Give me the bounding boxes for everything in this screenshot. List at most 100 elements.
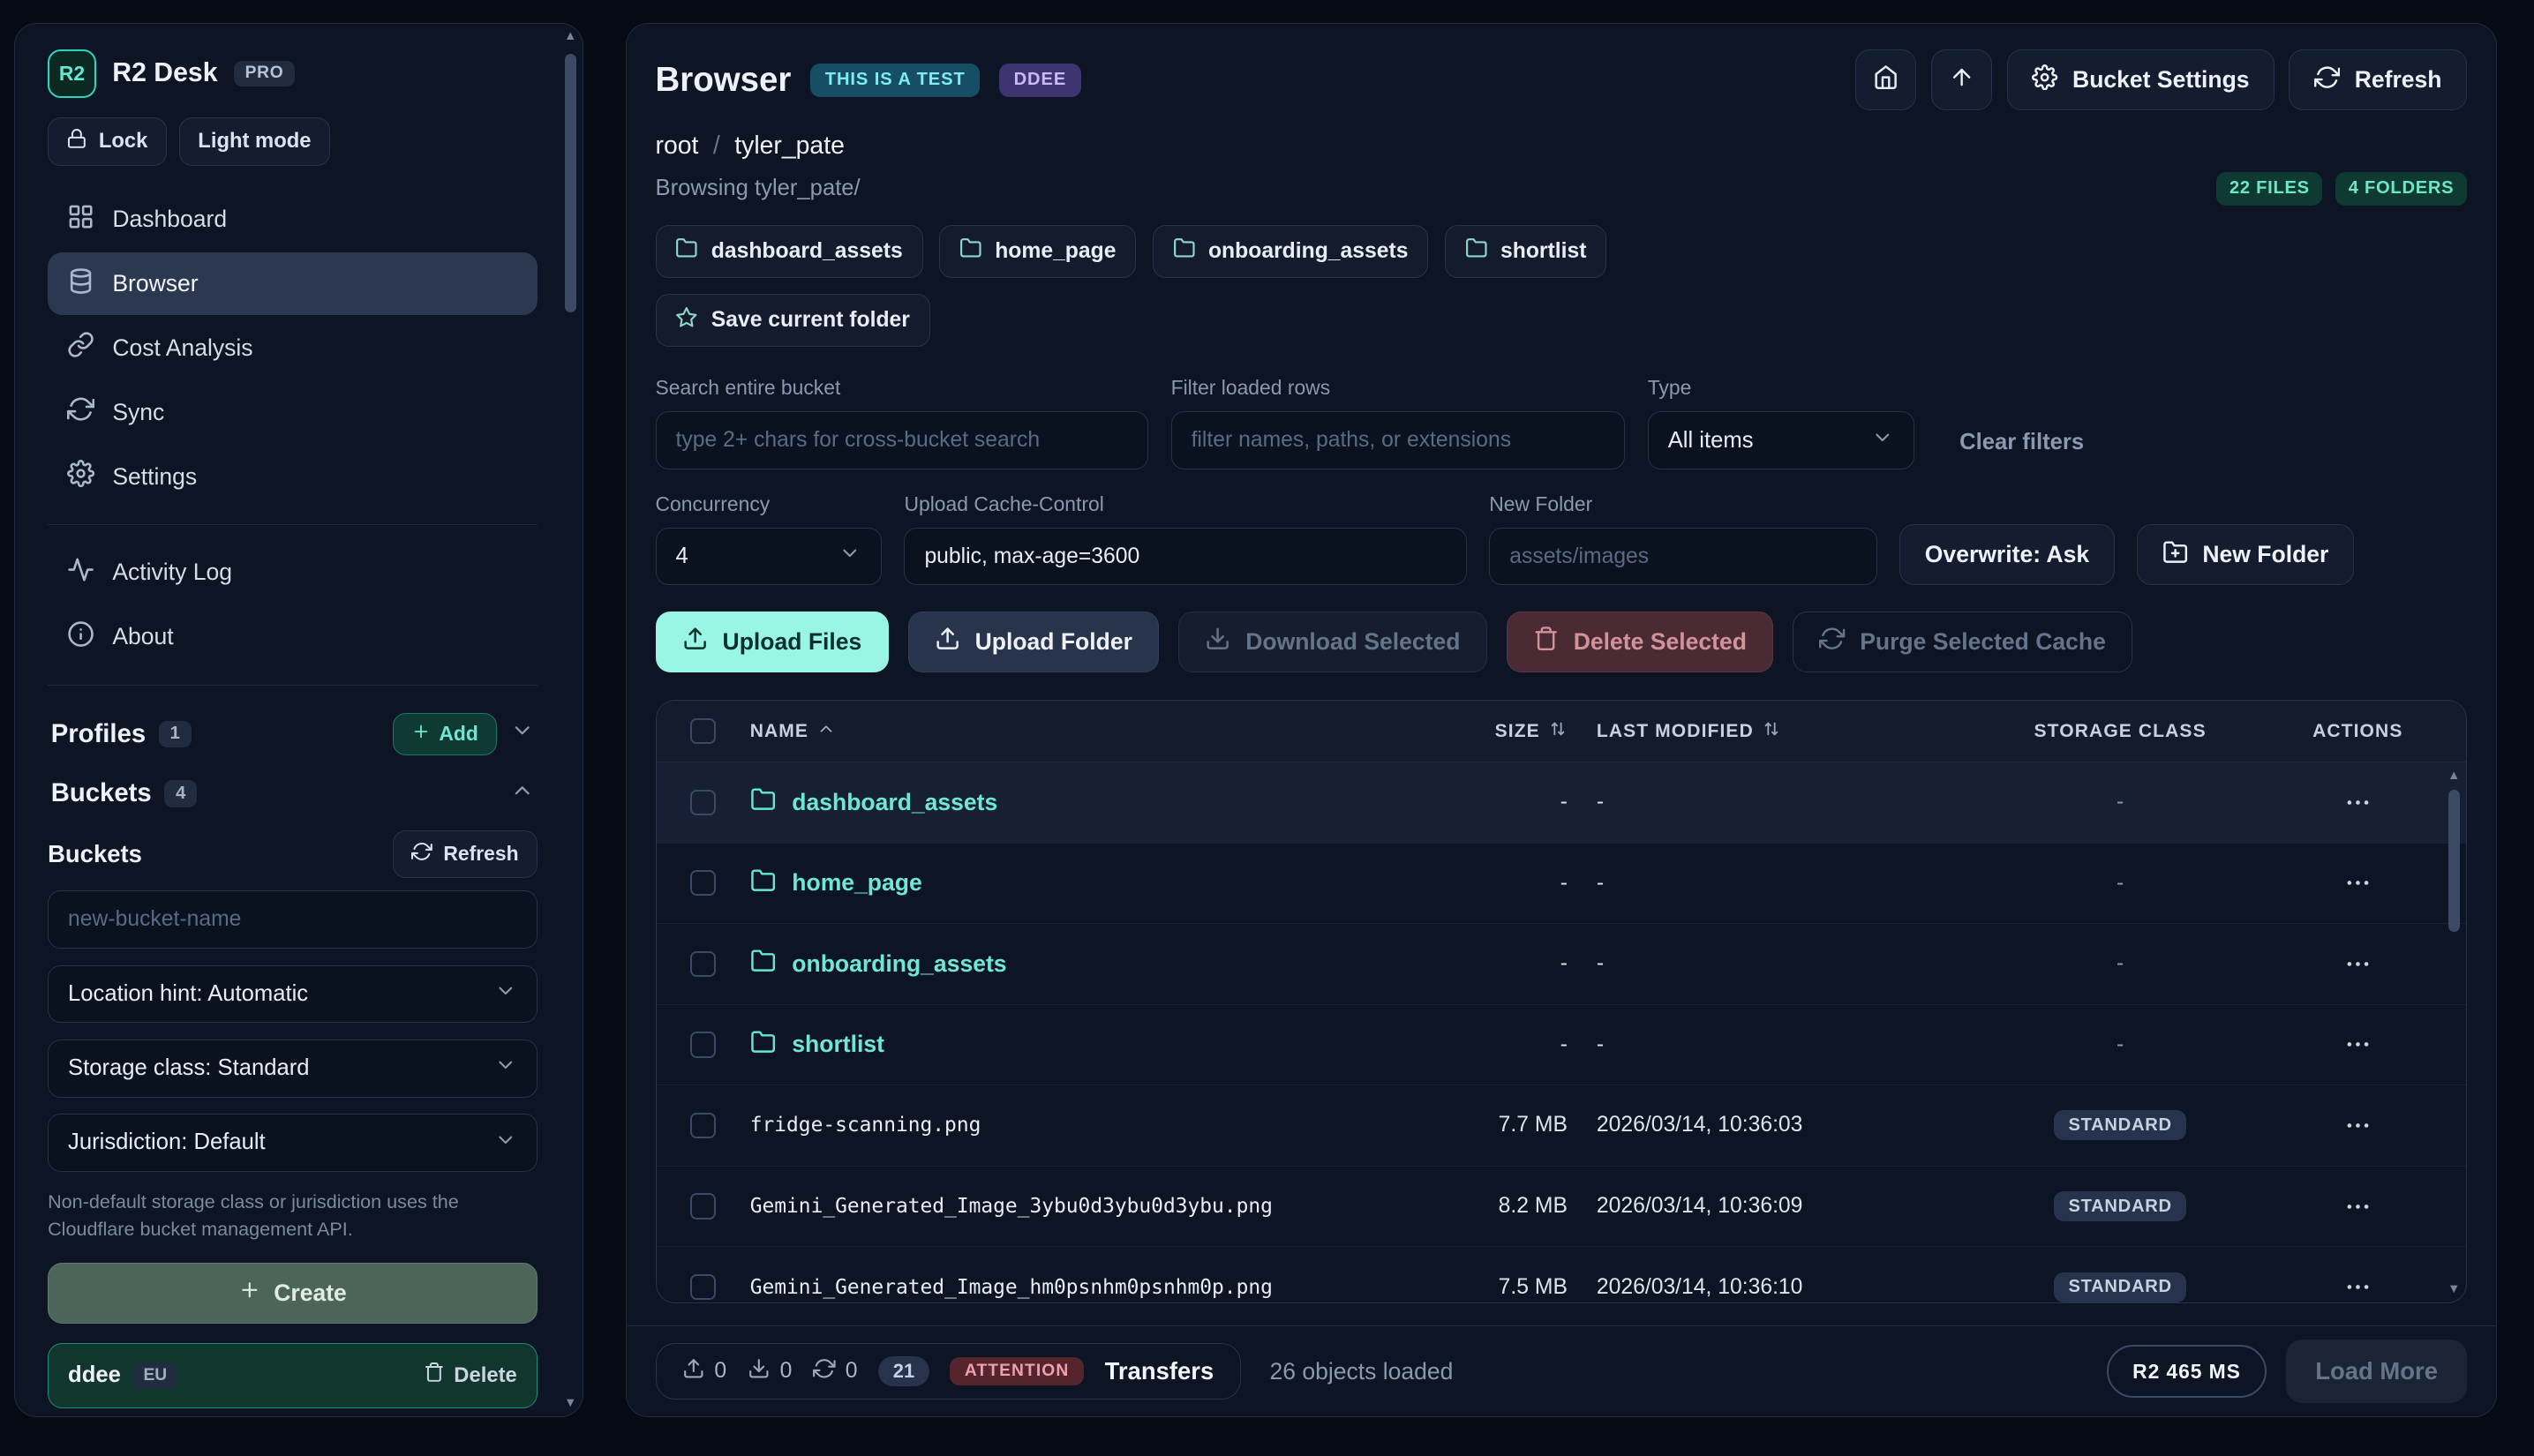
breadcrumb-current[interactable]: tyler_pate (734, 131, 845, 161)
chevron-down-icon (494, 979, 517, 1009)
row-name-link[interactable]: dashboard_assets (792, 789, 997, 816)
bucket-settings-button[interactable]: Bucket Settings (2007, 49, 2275, 111)
row-actions-menu[interactable] (2272, 1030, 2443, 1059)
bucket-item-ddee[interactable]: ddee EU Delete (48, 1343, 538, 1407)
table-row[interactable]: dashboard_assets - - - (657, 762, 2466, 844)
buckets-section-header[interactable]: Buckets 4 (48, 767, 538, 821)
table-row[interactable]: onboarding_assets - - - (657, 924, 2466, 1005)
row-name[interactable]: Gemini_Generated_Image_3ybu0d3ybu0d3ybu.… (750, 1195, 1273, 1218)
sidebar-item-dashboard[interactable]: Dashboard (48, 188, 538, 251)
row-checkbox[interactable] (690, 790, 716, 815)
up-level-button[interactable] (1931, 49, 1993, 111)
refresh-button[interactable]: Refresh (2289, 49, 2466, 111)
row-actions-menu[interactable] (2272, 868, 2443, 897)
download-selected-button[interactable]: Download Selected (1178, 612, 1487, 673)
add-profile-label: Add (439, 722, 477, 746)
breadcrumb-root[interactable]: root (656, 131, 699, 161)
sidebar-scrollbar[interactable]: ▲ ▼ (561, 28, 579, 1411)
light-mode-button[interactable]: Light mode (179, 117, 330, 166)
scroll-down-icon[interactable]: ▼ (564, 1395, 576, 1411)
table-row[interactable]: home_page - - - (657, 844, 2466, 925)
storage-class-select[interactable]: Storage class: Standard (48, 1039, 538, 1098)
jurisdiction-select[interactable]: Jurisdiction: Default (48, 1114, 538, 1172)
column-header-storage: STORAGE CLASS (1968, 721, 2272, 742)
sidebar-item-activity-log[interactable]: Activity Log (48, 541, 538, 604)
delete-selected-button[interactable]: Delete Selected (1507, 612, 1773, 673)
add-profile-button[interactable]: Add (393, 713, 497, 755)
create-bucket-button[interactable]: Create (48, 1263, 538, 1325)
main-panel: Browser THIS IS A TEST DDEE Bucket Setti… (626, 23, 2497, 1417)
scroll-up-icon[interactable]: ▲ (564, 28, 576, 44)
row-name-link[interactable]: onboarding_assets (792, 950, 1006, 978)
table-scrollbar[interactable]: ▲ ▼ (2445, 768, 2463, 1298)
nav-label: Activity Log (112, 559, 232, 586)
folder-chip-home-page[interactable]: home_page (939, 225, 1136, 278)
row-actions-menu[interactable] (2272, 1192, 2443, 1221)
row-actions-menu[interactable] (2272, 1111, 2443, 1140)
folder-chip-dashboard-assets[interactable]: dashboard_assets (656, 225, 923, 278)
row-size: 7.7 MB (1419, 1113, 1568, 1137)
row-name-link[interactable]: home_page (792, 869, 921, 897)
select-all-checkbox[interactable] (690, 718, 716, 744)
row-checkbox[interactable] (690, 1193, 716, 1219)
row-actions-menu[interactable] (2272, 788, 2443, 817)
table-row[interactable]: fridge-scanning.png 7.7 MB 2026/03/14, 1… (657, 1085, 2466, 1167)
filter-rows-input[interactable] (1171, 411, 1626, 469)
sidebar-item-cost-analysis[interactable]: Cost Analysis (48, 317, 538, 379)
folder-chip-shortlist[interactable]: shortlist (1445, 225, 1607, 278)
table-row[interactable]: Gemini_Generated_Image_hm0psnhm0psnhm0p.… (657, 1247, 2466, 1302)
star-icon (675, 306, 698, 335)
purge-cache-button[interactable]: Purge Selected Cache (1793, 612, 2132, 673)
overwrite-mode-button[interactable]: Overwrite: Ask (1899, 524, 2114, 586)
home-button[interactable] (1855, 49, 1917, 111)
upload-folder-button[interactable]: Upload Folder (908, 612, 1160, 673)
profiles-section-header[interactable]: Profiles 1 Add (48, 702, 538, 767)
column-header-size[interactable]: SIZE (1419, 719, 1568, 744)
location-hint-select[interactable]: Location hint: Automatic (48, 965, 538, 1024)
new-folder-button[interactable]: New Folder (2137, 524, 2354, 586)
chevron-up-icon[interactable] (510, 778, 534, 809)
upload-files-button[interactable]: Upload Files (656, 612, 889, 673)
delete-bucket-button[interactable]: Delete (424, 1362, 517, 1389)
save-current-folder-button[interactable]: Save current folder (656, 294, 930, 347)
row-name[interactable]: Gemini_Generated_Image_hm0psnhm0psnhm0p.… (750, 1276, 1273, 1299)
lock-button[interactable]: Lock (48, 117, 166, 166)
row-checkbox[interactable] (690, 1113, 716, 1138)
buckets-refresh-button[interactable]: Refresh (393, 830, 538, 878)
transfers-button[interactable]: 0 0 0 21 ATTENTION Transfers (656, 1343, 1241, 1400)
row-name[interactable]: fridge-scanning.png (750, 1114, 981, 1137)
folder-icon (750, 867, 776, 899)
table-row[interactable]: shortlist - - - (657, 1005, 2466, 1086)
scroll-up-icon[interactable]: ▲ (2448, 768, 2460, 784)
row-actions-menu[interactable] (2272, 1272, 2443, 1302)
cache-control-input[interactable] (904, 528, 1466, 586)
sidebar-item-sync[interactable]: Sync (48, 381, 538, 444)
row-checkbox[interactable] (690, 1032, 716, 1057)
clear-filters-button[interactable]: Clear filters (1936, 430, 2106, 469)
scrollbar-thumb[interactable] (565, 54, 576, 312)
row-checkbox[interactable] (690, 951, 716, 977)
column-header-name[interactable]: NAME (750, 719, 1419, 744)
sidebar-item-settings[interactable]: Settings (48, 446, 538, 508)
load-more-button[interactable]: Load More (2286, 1340, 2467, 1403)
sidebar-item-about[interactable]: About (48, 605, 538, 668)
new-bucket-name-input[interactable] (48, 890, 538, 949)
row-actions-menu[interactable] (2272, 949, 2443, 979)
concurrency-select[interactable]: 4 (656, 528, 882, 586)
search-bucket-input[interactable] (656, 411, 1148, 469)
scrollbar-thumb[interactable] (2448, 790, 2460, 932)
column-header-modified[interactable]: LAST MODIFIED (1568, 719, 1968, 744)
pro-badge: PRO (234, 61, 295, 86)
activity-icon (67, 556, 94, 589)
row-checkbox[interactable] (690, 870, 716, 896)
chevron-down-icon[interactable] (510, 718, 534, 749)
type-select[interactable]: All items (1648, 411, 1914, 469)
folder-chip-onboarding-assets[interactable]: onboarding_assets (1153, 225, 1429, 278)
table-row[interactable]: Gemini_Generated_Image_3ybu0d3ybu0d3ybu.… (657, 1167, 2466, 1248)
row-name-link[interactable]: shortlist (792, 1031, 884, 1058)
new-folder-input[interactable] (1489, 528, 1876, 586)
info-icon (67, 620, 94, 654)
scroll-down-icon[interactable]: ▼ (2448, 1281, 2460, 1297)
row-checkbox[interactable] (690, 1274, 716, 1300)
sidebar-item-browser[interactable]: Browser (48, 252, 538, 315)
